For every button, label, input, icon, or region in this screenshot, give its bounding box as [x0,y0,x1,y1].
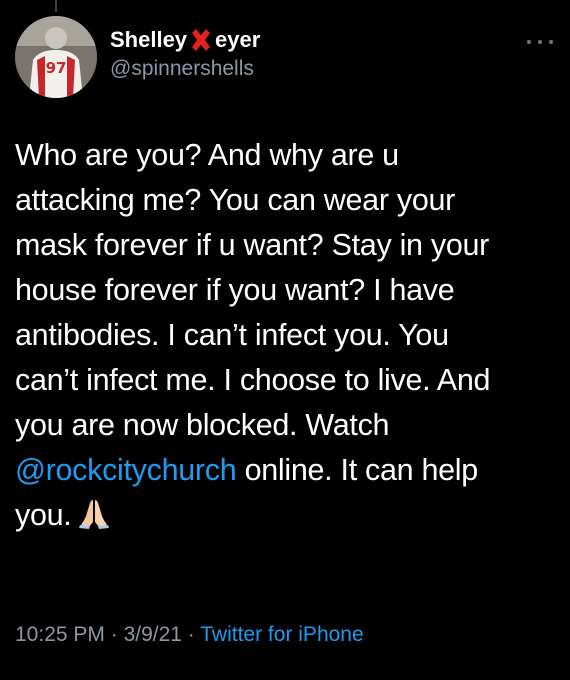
meta-separator: · [181,623,201,646]
tweet-line: Who are you? And why are u [15,138,399,172]
display-name-suffix: eyer [215,27,261,52]
mention-link[interactable]: @rockcitychurch [15,453,237,487]
display-name-prefix: Shelley [110,27,188,52]
meta-separator: · [104,623,124,646]
svg-text:97: 97 [46,59,67,77]
more-options-icon[interactable] [527,34,553,50]
more-dot [527,40,531,44]
tweet-date[interactable]: 3/9/21 [124,623,182,646]
folded-hands-icon [77,496,111,530]
more-dot [538,40,542,44]
tweet-meta: 10:25 PM · 3/9/21 · Twitter for iPhone [15,620,364,650]
tweet-text: Who are you? And why are u attacking me?… [15,133,555,538]
more-dot [549,40,553,44]
tweet-source-link[interactable]: Twitter for iPhone [200,623,363,646]
thread-connector-line [55,0,57,12]
tweet-line: can’t infect me. I choose to live. And [15,363,491,397]
tweet-line: antibodies. I can’t infect you. You [15,318,449,352]
red-x-mark-icon [188,27,214,53]
tweet-line: attacking me? You can wear your [15,183,456,217]
tweet-line: you are now blocked. Watch [15,408,390,442]
tweet-line-last: you. [15,493,555,538]
tweet-header: 97 Shelley eyer @spinnershells [15,16,555,98]
tweet-line: house forever if you want? I have [15,273,455,307]
tweet-time[interactable]: 10:25 PM [15,623,105,646]
tweet-text-after-mention: online. It can help [236,453,479,487]
football-player-avatar-icon: 97 [15,16,97,98]
avatar[interactable]: 97 [15,16,97,98]
author-block[interactable]: Shelley eyer @spinnershells [110,26,260,83]
tweet-line: mask forever if u want? Stay in your [15,228,490,262]
tweet-last-text: you. [15,498,72,532]
tweet-line-mention: @rockcitychurch online. It can help [15,448,555,493]
display-name[interactable]: Shelley eyer [110,26,260,54]
username-handle[interactable]: @spinnershells [110,55,260,83]
